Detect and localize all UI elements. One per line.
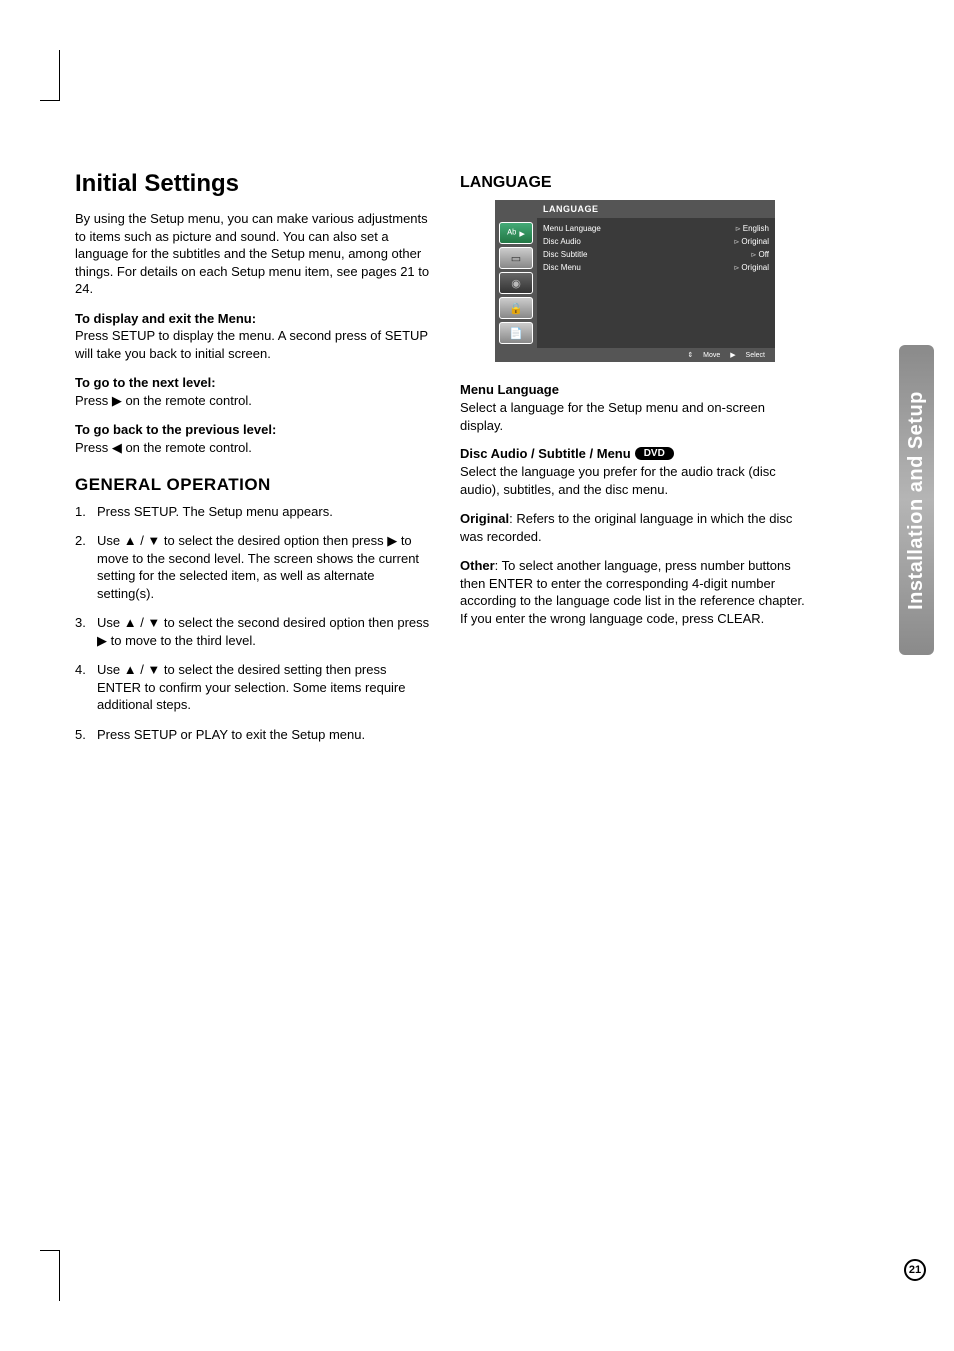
prev-level-head: To go back to the previous level: — [75, 422, 276, 437]
disc-audio-head: Disc Audio / Subtitle / Menu DVD — [460, 446, 810, 461]
display-exit-block: To display and exit the Menu: Press SETU… — [75, 310, 430, 363]
disc-audio-body: Select the language you prefer for the a… — [460, 463, 810, 498]
menu-row-label: Disc Menu — [543, 263, 581, 272]
menu-icon-column: ᴬᵇ ▸ ▭ ◉ 🔒 📄 — [495, 218, 537, 348]
language-icon: ᴬᵇ ▸ — [499, 222, 533, 244]
list-item: 5.Press SETUP or PLAY to exit the Setup … — [75, 726, 430, 744]
menu-row-value: Off — [751, 250, 769, 259]
next-level-body: Press ▶ on the remote control. — [75, 393, 252, 408]
menu-row-label: Disc Subtitle — [543, 250, 587, 259]
list-item: 3.Use ▲ / ▼ to select the second desired… — [75, 614, 430, 649]
menu-shot-title: LANGUAGE — [495, 200, 775, 218]
step-text: Press SETUP. The Setup menu appears. — [97, 503, 430, 521]
list-item: 1.Press SETUP. The Setup menu appears. — [75, 503, 430, 521]
other-paragraph: Other: To select another language, press… — [460, 557, 810, 627]
menu-rows: Menu LanguageEnglish Disc AudioOriginal … — [537, 218, 775, 348]
step-text: Use ▲ / ▼ to select the desired setting … — [97, 661, 430, 714]
list-item: 2.Use ▲ / ▼ to select the desired option… — [75, 532, 430, 602]
step-text: Use ▲ / ▼ to select the desired option t… — [97, 532, 430, 602]
lock-icon: 🔒 — [499, 297, 533, 319]
menu-row-label: Disc Audio — [543, 237, 581, 246]
other-icon: 📄 — [499, 322, 533, 344]
right-column: LANGUAGE LANGUAGE ᴬᵇ ▸ ▭ ◉ 🔒 📄 Menu Lang… — [460, 170, 810, 756]
language-heading: LANGUAGE — [460, 174, 810, 192]
steps-list: 1.Press SETUP. The Setup menu appears. 2… — [75, 503, 430, 744]
menu-footer: ⇕ Move ▶ Select — [495, 348, 775, 362]
section-tab-label: Installation and Setup — [905, 391, 928, 610]
menu-language-body: Select a language for the Setup menu and… — [460, 399, 810, 434]
original-paragraph: Original: Refers to the original languag… — [460, 510, 810, 545]
prev-level-block: To go back to the previous level: Press … — [75, 421, 430, 456]
next-level-block: To go to the next level: Press ▶ on the … — [75, 374, 430, 409]
display-icon: ▭ — [499, 247, 533, 269]
display-exit-body: Press SETUP to display the menu. A secon… — [75, 328, 428, 361]
section-side-tab: Installation and Setup — [899, 345, 934, 655]
menu-row-value: Original — [734, 263, 769, 272]
dvd-badge: DVD — [635, 447, 674, 460]
prev-level-body: Press ◀ on the remote control. — [75, 440, 252, 455]
page-title: Initial Settings — [75, 170, 430, 198]
list-item: 4.Use ▲ / ▼ to select the desired settin… — [75, 661, 430, 714]
page-content: Initial Settings By using the Setup menu… — [0, 0, 954, 1351]
left-column: Initial Settings By using the Setup menu… — [75, 170, 430, 756]
step-text: Use ▲ / ▼ to select the second desired o… — [97, 614, 430, 649]
display-exit-head: To display and exit the Menu: — [75, 311, 256, 326]
audio-icon: ◉ — [499, 272, 533, 294]
next-level-head: To go to the next level: — [75, 375, 216, 390]
menu-language-head: Menu Language — [460, 382, 810, 397]
intro-paragraph: By using the Setup menu, you can make va… — [75, 210, 430, 298]
menu-row-value: Original — [734, 237, 769, 246]
menu-row-label: Menu Language — [543, 224, 601, 233]
general-operation-heading: GENERAL OPERATION — [75, 475, 430, 495]
step-text: Press SETUP or PLAY to exit the Setup me… — [97, 726, 430, 744]
setup-menu-screenshot: LANGUAGE ᴬᵇ ▸ ▭ ◉ 🔒 📄 Menu Language Engli… — [495, 200, 775, 362]
page-number: 21 — [904, 1259, 926, 1281]
menu-row-value: English — [735, 224, 769, 233]
